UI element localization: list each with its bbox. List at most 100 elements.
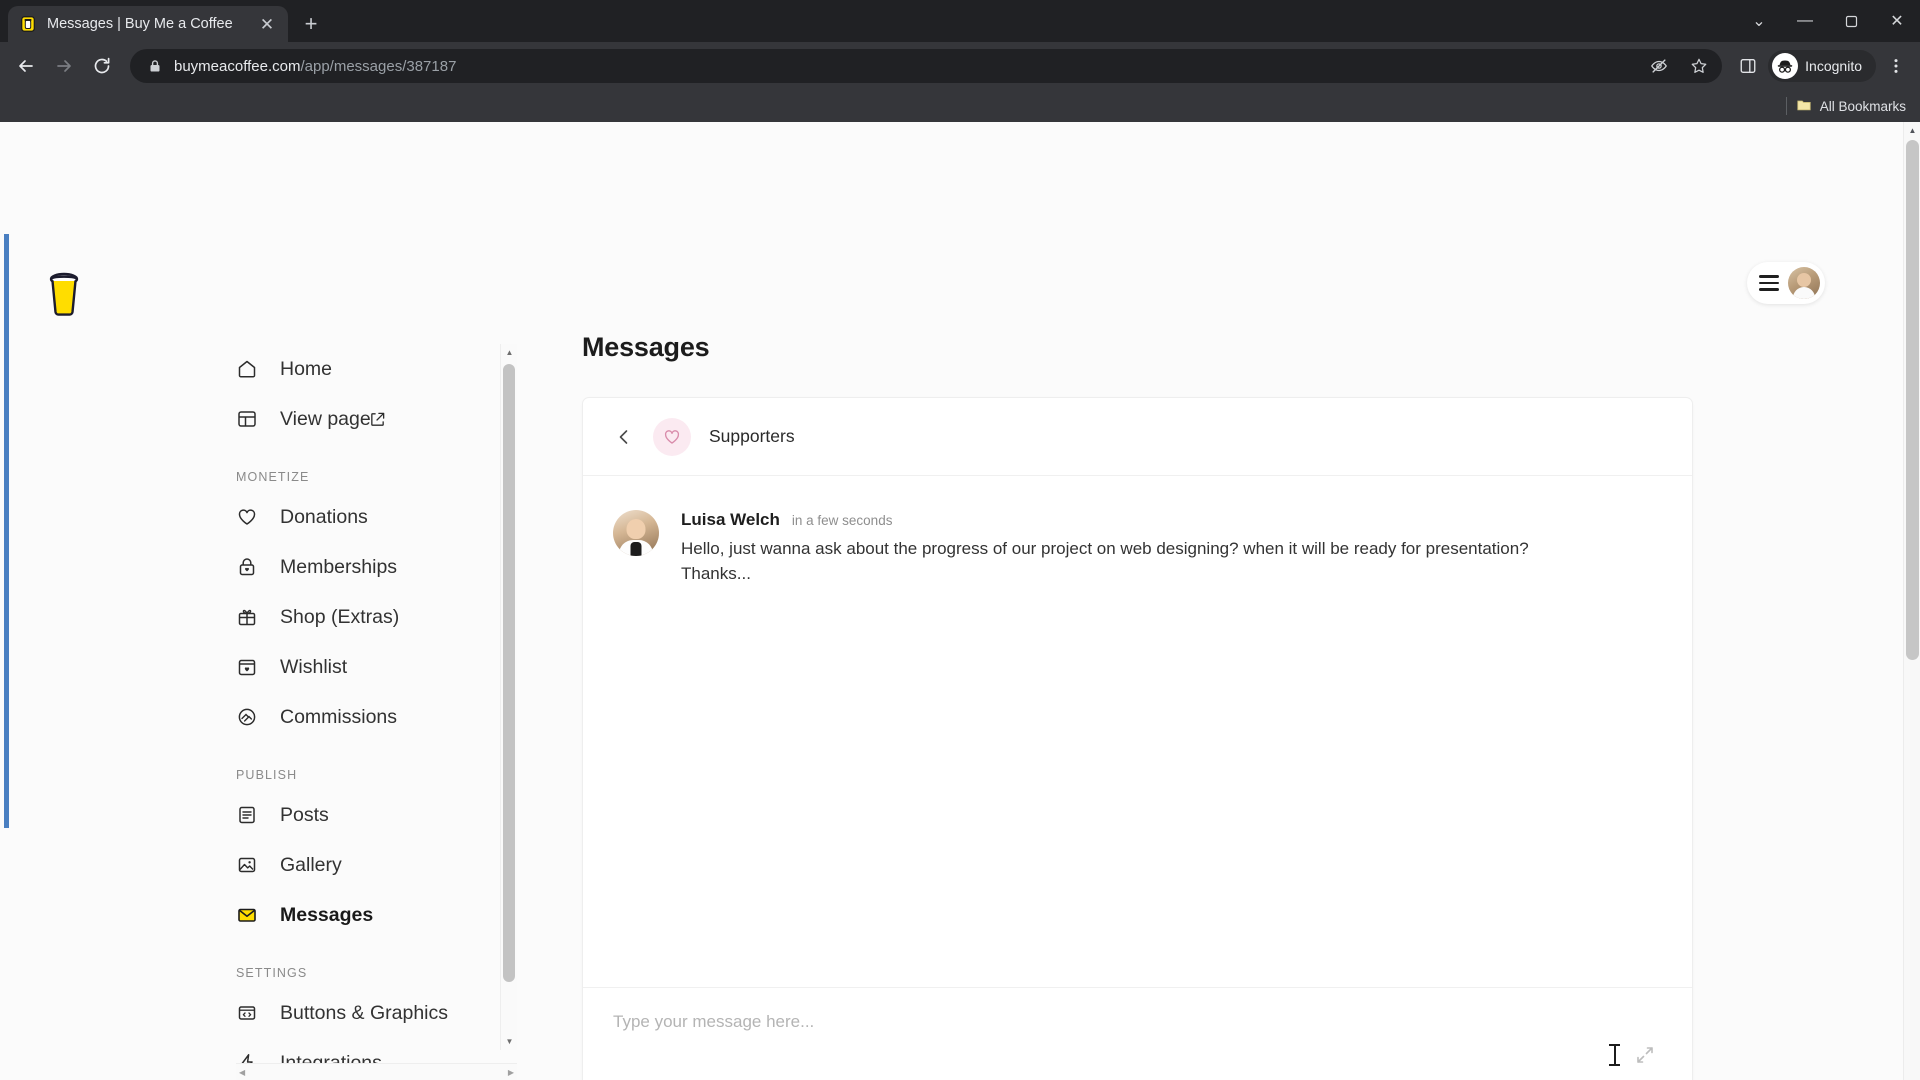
- url-text: buymeacoffee.com/app/messages/387187: [174, 58, 1634, 75]
- buymeacoffee-app: Home View page MONETIZE Donations Member…: [0, 122, 1903, 1080]
- toolbar-right: Incognito: [1732, 50, 1912, 82]
- sidebar-item-label: Shop (Extras): [280, 605, 400, 628]
- sidebar-horizontal-scrollbar[interactable]: ◀ ▶: [236, 1063, 517, 1080]
- address-bar[interactable]: buymeacoffee.com/app/messages/387187: [130, 49, 1723, 83]
- external-link-icon[interactable]: [369, 411, 386, 428]
- text-cursor-icon: [1609, 1044, 1620, 1066]
- page-viewport: Home View page MONETIZE Donations Member…: [0, 122, 1920, 1080]
- star-icon[interactable]: [1684, 51, 1714, 81]
- coffee-cup-favicon: [18, 14, 38, 34]
- sidebar-group-monetize: MONETIZE: [236, 470, 310, 484]
- buymeacoffee-cup-logo[interactable]: [44, 270, 84, 316]
- forward-icon[interactable]: [46, 48, 82, 84]
- lock-heart-icon: [236, 556, 258, 578]
- page-scrollbar-thumb[interactable]: [1906, 140, 1919, 660]
- wishlist-icon: [236, 656, 258, 678]
- sidebar-item-label: Memberships: [280, 555, 398, 578]
- home-icon: [236, 358, 258, 380]
- page-title: Messages: [582, 332, 710, 362]
- back-icon[interactable]: [8, 48, 44, 84]
- all-bookmarks-button[interactable]: All Bookmarks: [1796, 97, 1906, 116]
- thread-heart-badge: [653, 417, 691, 456]
- chevron-left-icon[interactable]: [613, 426, 635, 448]
- window-controls: ⌄ — ✕: [1736, 0, 1920, 42]
- new-tab-button[interactable]: +: [294, 7, 328, 41]
- close-window-icon[interactable]: ✕: [1874, 0, 1920, 42]
- sidebar-item-shop[interactable]: Shop (Extras): [236, 592, 492, 642]
- tab-strip: Messages | Buy Me a Coffee ✕ + ⌄ — ✕: [0, 0, 1920, 42]
- message-input[interactable]: Type your message here...: [613, 988, 1662, 1080]
- sidebar-item-buttons-graphics[interactable]: Buttons & Graphics: [236, 988, 492, 1038]
- code-window-icon: [236, 1002, 258, 1024]
- sidebar-item-label: View page: [280, 407, 371, 430]
- scroll-right-arrow-icon[interactable]: ▶: [508, 1068, 514, 1077]
- incognito-hat-icon: [1772, 53, 1799, 79]
- close-icon[interactable]: ✕: [256, 13, 278, 35]
- browser-toolbar: buymeacoffee.com/app/messages/387187 Inc…: [0, 42, 1920, 90]
- incognito-profile-chip[interactable]: Incognito: [1768, 50, 1876, 82]
- eye-slash-icon[interactable]: [1644, 51, 1674, 81]
- message-composer: Type your message here...: [583, 987, 1692, 1080]
- page-vertical-scrollbar[interactable]: ▲: [1903, 122, 1920, 1080]
- scroll-left-arrow-icon[interactable]: ◀: [239, 1068, 245, 1077]
- sidebar-item-integrations[interactable]: Integrations: [236, 1038, 492, 1066]
- sidebar-item-label: Gallery: [280, 853, 342, 876]
- message-avatar: [613, 510, 659, 556]
- expand-arrows-icon[interactable]: [1636, 1046, 1654, 1064]
- minimize-icon[interactable]: —: [1782, 0, 1828, 42]
- document-icon: [236, 804, 258, 826]
- lock-icon: [146, 57, 164, 75]
- sidebar-item-messages[interactable]: Messages: [236, 890, 492, 940]
- user-avatar[interactable]: [1788, 267, 1820, 299]
- hamburger-menu-icon[interactable]: [1759, 275, 1779, 291]
- handshake-icon: [236, 706, 258, 728]
- sidebar-item-label: Posts: [280, 803, 329, 826]
- tab-title: Messages | Buy Me a Coffee: [47, 16, 233, 32]
- sidebar-group-publish: PUBLISH: [236, 768, 298, 782]
- scroll-down-arrow-icon[interactable]: ▼: [501, 1033, 518, 1050]
- thread-title: Supporters: [709, 426, 795, 446]
- sidebar-item-label: Wishlist: [280, 655, 348, 678]
- all-bookmarks-label: All Bookmarks: [1819, 98, 1906, 114]
- sidebar-inner: Home View page MONETIZE Donations Member…: [236, 344, 498, 1066]
- layout-icon: [236, 408, 258, 430]
- page-scroll-up-arrow-icon[interactable]: ▲: [1904, 122, 1920, 139]
- message-body: Luisa Welch in a few seconds Hello, just…: [681, 510, 1662, 586]
- sidebar-item-label: Buttons & Graphics: [280, 1001, 448, 1024]
- maximize-icon[interactable]: [1828, 0, 1874, 42]
- sidebar-group-settings: SETTINGS: [236, 966, 308, 980]
- sidebar-item-posts[interactable]: Posts: [236, 790, 492, 840]
- folder-icon: [1796, 97, 1812, 116]
- three-dot-menu-icon[interactable]: [1880, 50, 1912, 82]
- sidebar-item-label: Messages: [280, 903, 374, 926]
- browser-tab[interactable]: Messages | Buy Me a Coffee ✕: [8, 6, 288, 42]
- bookmarks-bar: All Bookmarks: [0, 90, 1920, 122]
- sidebar-item-donations[interactable]: Donations: [236, 492, 492, 542]
- divider: [1785, 97, 1787, 115]
- focus-indicator-strip: [4, 234, 9, 828]
- message-text: Hello, just wanna ask about the progress…: [681, 539, 1529, 583]
- url-domain: buymeacoffee.com: [174, 57, 301, 75]
- sidebar-item-wishlist[interactable]: Wishlist: [236, 642, 492, 692]
- sidebar-item-commissions[interactable]: Commissions: [236, 692, 492, 742]
- message-item: Luisa Welch in a few seconds Hello, just…: [613, 510, 1662, 586]
- gift-icon: [236, 606, 258, 628]
- side-panel-icon[interactable]: [1732, 50, 1764, 82]
- composer-tools: [1609, 1044, 1654, 1066]
- message-meta: Luisa Welch in a few seconds: [681, 510, 1662, 530]
- sidebar-item-label: Commissions: [280, 705, 398, 728]
- sidebar-item-memberships[interactable]: Memberships: [236, 542, 492, 592]
- scrollbar-thumb[interactable]: [503, 364, 515, 982]
- sidebar-item-view-page[interactable]: View page: [236, 394, 492, 444]
- browser-window: Messages | Buy Me a Coffee ✕ + ⌄ — ✕ buy…: [0, 0, 1920, 1080]
- main-content: Messages Supporters Luisa Welch in a few…: [582, 332, 1693, 1080]
- heart-icon: [664, 429, 680, 444]
- tab-search-chevron-icon[interactable]: ⌄: [1736, 0, 1782, 42]
- account-menu-button[interactable]: [1747, 262, 1825, 304]
- scroll-up-arrow-icon[interactable]: ▲: [501, 344, 518, 361]
- sidebar-item-home[interactable]: Home: [236, 344, 492, 394]
- reload-icon[interactable]: [84, 48, 120, 84]
- sidebar-vertical-scrollbar[interactable]: ▲ ▼: [500, 344, 517, 1050]
- sidebar-item-label: Home: [280, 357, 333, 380]
- sidebar-item-gallery[interactable]: Gallery: [236, 840, 492, 890]
